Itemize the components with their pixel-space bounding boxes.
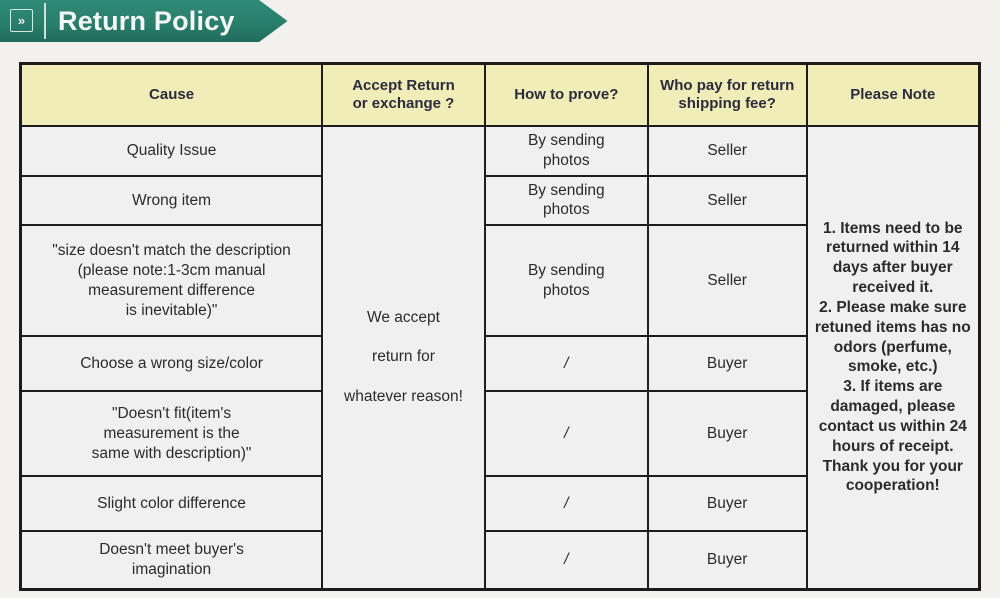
column-header-accept-return: Accept Return or exchange ? [321,62,486,127]
chevron-right-icon: » [10,9,33,32]
table-row: Quality Issue We accept return for whate… [19,124,981,591]
cell-accept-return-merged: We accept return for whatever reason! [321,124,486,591]
cell-how-to-prove: By sending photos [483,224,649,338]
cell-how-to-prove: / [483,390,649,478]
cell-who-pays: Seller [646,125,808,177]
banner-divider [44,3,46,39]
column-header-please-note: Please Note [805,62,981,127]
cell-how-to-prove: / [483,530,649,591]
return-policy-banner: » Return Policy [0,0,305,42]
cell-cause: Slight color difference [19,475,324,533]
cell-how-to-prove: / [483,335,649,393]
column-header-who-pays: Who pay for return shipping fee? [646,62,808,127]
cell-who-pays: Buyer [646,390,808,478]
column-header-how-to-prove: How to prove? [483,62,649,127]
return-policy-table: Cause Accept Return or exchange ? How to… [19,62,981,591]
cell-who-pays: Buyer [646,475,808,533]
cell-who-pays: Seller [646,174,808,227]
column-header-cause: Cause [19,62,324,127]
cell-cause: Quality Issue [19,125,324,177]
cell-please-note-merged: 1. Items need to be returned within 14 d… [805,124,981,591]
cell-cause: "Doesn't fit(item's measurement is the s… [19,390,324,478]
cell-who-pays: Seller [646,224,808,338]
page-title: Return Policy [58,6,235,36]
cell-who-pays: Buyer [646,335,808,393]
cell-how-to-prove: By sending photos [483,174,649,227]
cell-cause: Doesn't meet buyer's imagination [19,530,324,591]
cell-how-to-prove: / [483,475,649,533]
cell-who-pays: Buyer [646,530,808,591]
cell-how-to-prove: By sending photos [483,125,649,177]
cell-cause: Choose a wrong size/color [19,335,324,393]
cell-cause: "size doesn't match the description (ple… [19,224,324,338]
cell-cause: Wrong item [19,174,324,227]
table-header-row: Cause Accept Return or exchange ? How to… [19,62,981,127]
